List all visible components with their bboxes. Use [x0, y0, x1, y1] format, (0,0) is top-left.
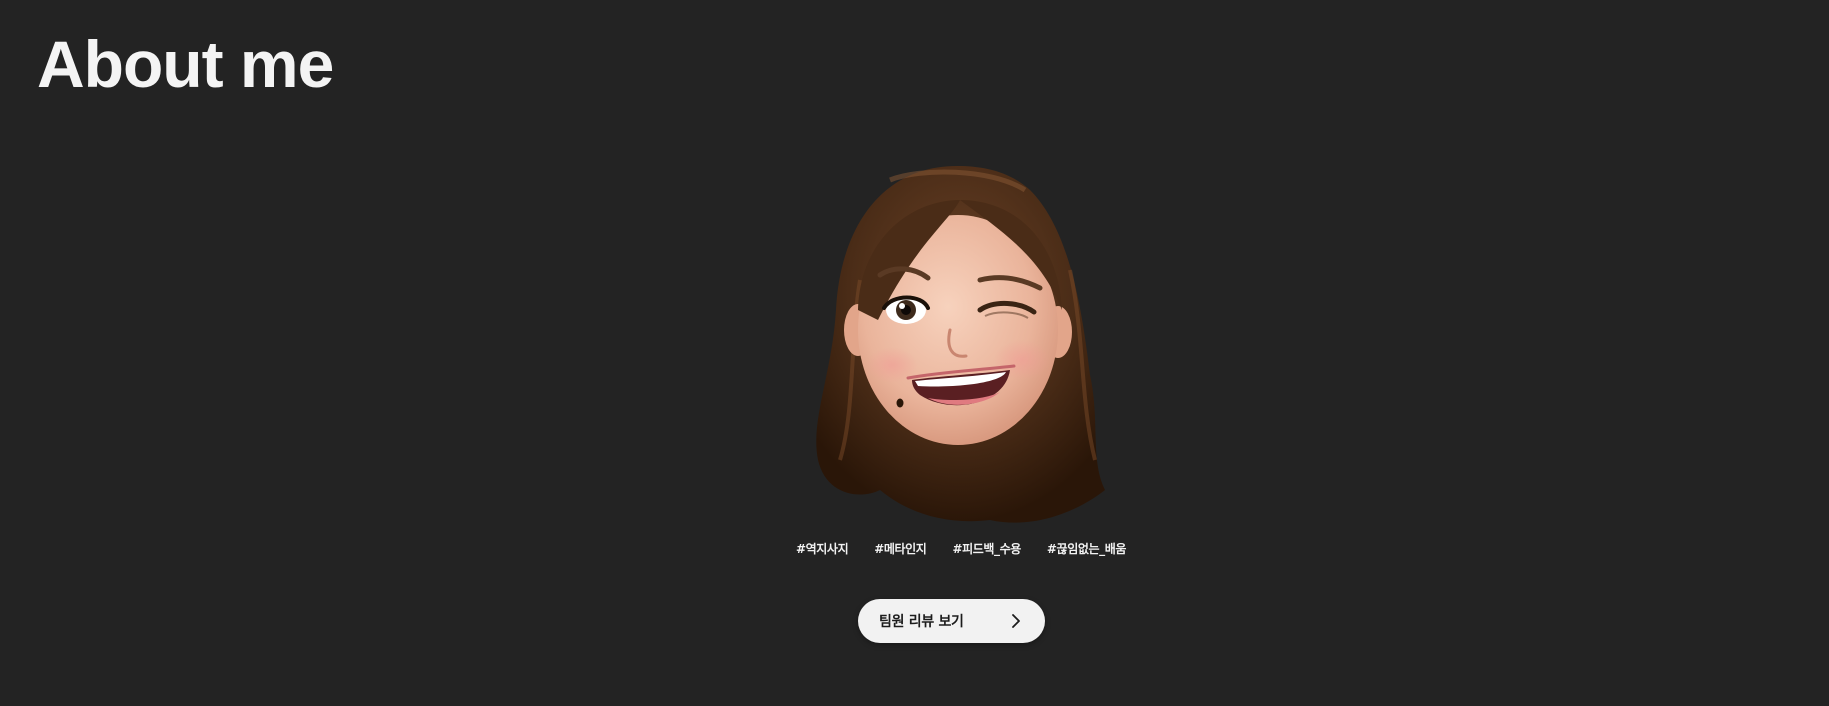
team-review-button[interactable]: 팀원 리뷰 보기: [858, 599, 1045, 643]
team-review-button-label: 팀원 리뷰 보기: [879, 614, 964, 630]
memoji-avatar-icon: [816, 166, 1105, 523]
hashtag: #메타인지: [874, 541, 927, 556]
chevron-right-icon: [1012, 614, 1020, 628]
avatar: [800, 160, 1115, 535]
hashtag: #역지사지: [796, 541, 849, 556]
page-title: About me: [37, 27, 334, 101]
hashtag: #끊임없는_배움: [1046, 541, 1127, 556]
hashtag: #피드백_수용: [952, 541, 1021, 556]
hashtag-list: #역지사지 #메타인지 #피드백_수용 #끊임없는_배움: [796, 538, 1136, 558]
